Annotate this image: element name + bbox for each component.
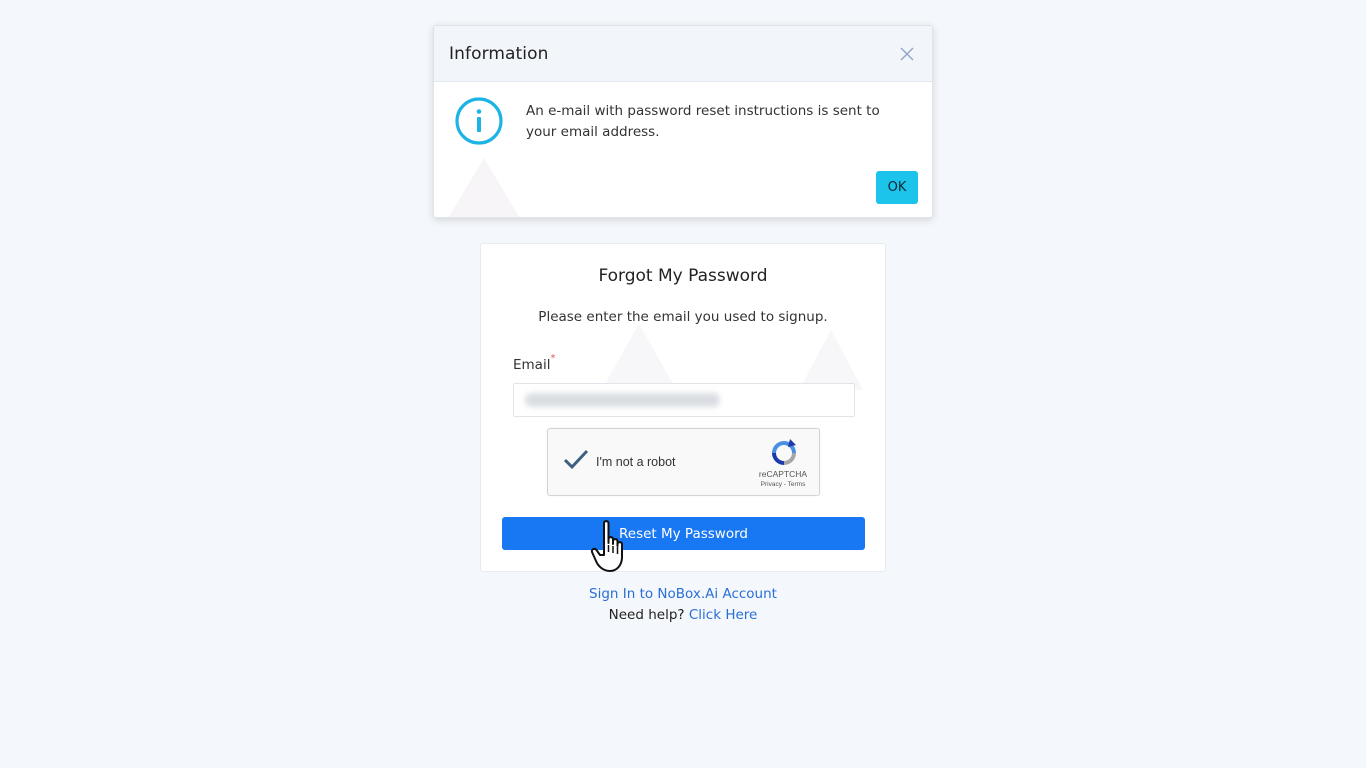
help-line: Need help? Click Here xyxy=(480,605,886,626)
help-link[interactable]: Click Here xyxy=(689,607,757,623)
page: Information An e-mail with password rese… xyxy=(0,0,1366,768)
recaptcha-logo-icon xyxy=(768,438,800,468)
dialog-title: Information xyxy=(449,43,549,64)
info-circle-icon xyxy=(454,96,504,146)
forgot-password-card: Forgot My Password Please enter the emai… xyxy=(480,243,886,572)
email-field[interactable] xyxy=(513,383,855,417)
dialog-message: An e-mail with password reset instructio… xyxy=(526,103,880,140)
recaptcha-checkmark-icon[interactable] xyxy=(562,448,590,472)
required-marker: * xyxy=(550,353,556,364)
close-icon[interactable] xyxy=(898,45,916,63)
page-title: Forgot My Password xyxy=(598,266,768,286)
recaptcha-links[interactable]: Privacy - Terms xyxy=(750,481,816,488)
email-label-text: Email xyxy=(513,357,551,373)
recaptcha-brand: reCAPTCHA xyxy=(758,469,808,479)
background-decoration xyxy=(799,330,863,390)
reset-password-button[interactable]: Reset My Password xyxy=(502,517,865,550)
sign-in-link[interactable]: Sign In to NoBox.Ai Account xyxy=(589,586,777,602)
help-text: Need help? xyxy=(608,607,685,623)
dialog-body: An e-mail with password reset instructio… xyxy=(434,82,932,217)
background-decoration xyxy=(448,158,520,217)
recaptcha-widget: I'm not a robot reCAPTCHA Privacy - Term… xyxy=(547,428,820,496)
dialog-header: Information xyxy=(434,26,932,82)
recaptcha-label: I'm not a robot xyxy=(596,455,676,469)
information-dialog: Information An e-mail with password rese… xyxy=(433,25,933,218)
footer-links: Sign In to NoBox.Ai Account Need help? C… xyxy=(480,584,886,626)
email-label: Email* xyxy=(513,353,555,373)
ok-button[interactable]: OK xyxy=(876,171,918,204)
page-subtitle: Please enter the email you used to signu… xyxy=(538,309,828,325)
